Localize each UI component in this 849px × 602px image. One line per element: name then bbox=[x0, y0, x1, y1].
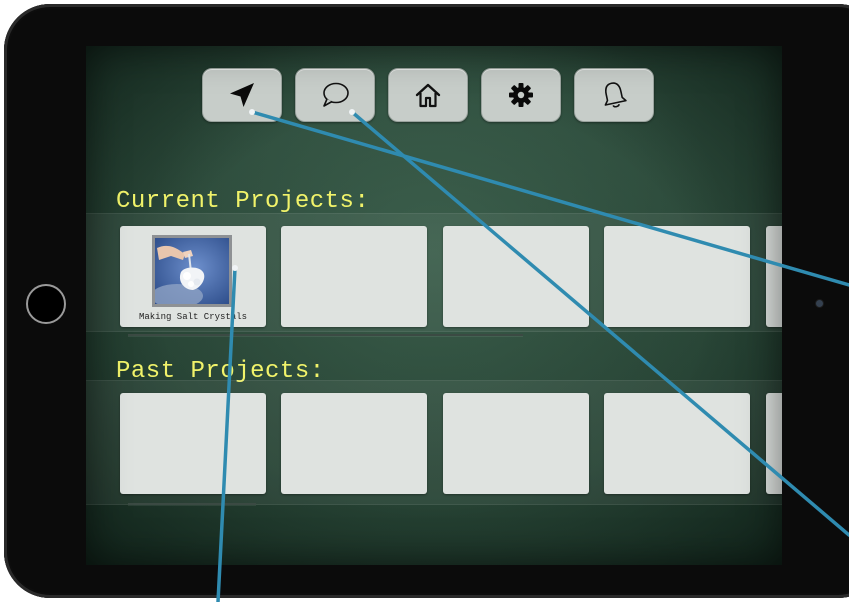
bell-icon bbox=[604, 82, 627, 108]
current-projects-scroll-indicator[interactable] bbox=[128, 334, 523, 336]
project-tile-empty[interactable] bbox=[443, 226, 589, 327]
chat-button[interactable] bbox=[295, 68, 375, 122]
project-thumbnail bbox=[152, 235, 232, 307]
settings-button[interactable] bbox=[481, 68, 561, 122]
past-projects-shelf bbox=[86, 380, 782, 505]
past-projects-scroll-indicator[interactable] bbox=[128, 503, 256, 505]
project-tile-empty[interactable] bbox=[281, 393, 427, 494]
project-tile-empty[interactable] bbox=[604, 393, 750, 494]
current-projects-title: Current Projects: bbox=[116, 188, 370, 215]
project-tile-empty[interactable] bbox=[281, 226, 427, 327]
project-tile-label: Making Salt Crystals bbox=[138, 312, 248, 322]
navigation-arrow-icon bbox=[230, 83, 254, 107]
notifications-button[interactable] bbox=[574, 68, 654, 122]
project-tile-making-salt-crystals[interactable]: Making Salt Crystals bbox=[120, 226, 266, 327]
project-tile-empty[interactable] bbox=[120, 393, 266, 494]
app-screen: Current Projects: Making Salt Crystals P… bbox=[86, 46, 782, 565]
navigate-button[interactable] bbox=[202, 68, 282, 122]
home-button[interactable] bbox=[388, 68, 468, 122]
tablet-frame: Current Projects: Making Salt Crystals P… bbox=[4, 4, 849, 598]
project-tile-empty[interactable] bbox=[604, 226, 750, 327]
tablet-camera bbox=[816, 300, 823, 307]
home-icon bbox=[415, 83, 441, 108]
project-tile-empty[interactable] bbox=[766, 226, 782, 327]
project-tile-empty[interactable] bbox=[766, 393, 782, 494]
project-tile-empty[interactable] bbox=[443, 393, 589, 494]
tablet-home-button[interactable] bbox=[26, 284, 66, 324]
salt-crystals-photo bbox=[155, 238, 229, 304]
gear-icon bbox=[509, 83, 533, 107]
chat-bubble-icon bbox=[323, 82, 349, 107]
current-projects-shelf: Making Salt Crystals bbox=[86, 213, 782, 336]
